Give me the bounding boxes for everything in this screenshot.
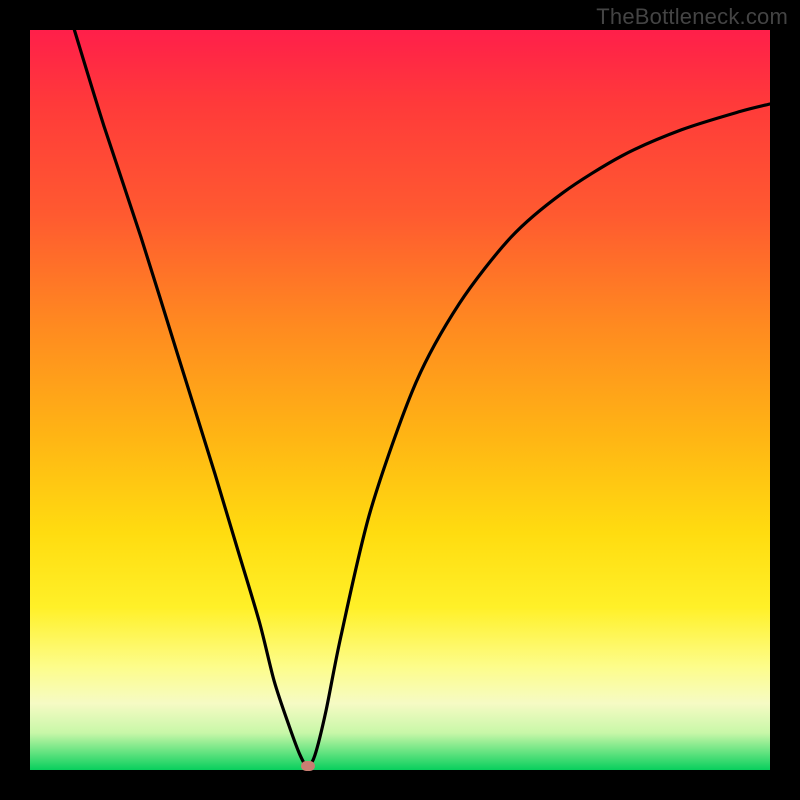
watermark-text: TheBottleneck.com (596, 4, 788, 30)
plot-area (30, 30, 770, 770)
optimal-point-marker (301, 761, 315, 771)
bottleneck-curve (74, 30, 770, 766)
curve-svg (30, 30, 770, 770)
chart-frame: TheBottleneck.com (0, 0, 800, 800)
